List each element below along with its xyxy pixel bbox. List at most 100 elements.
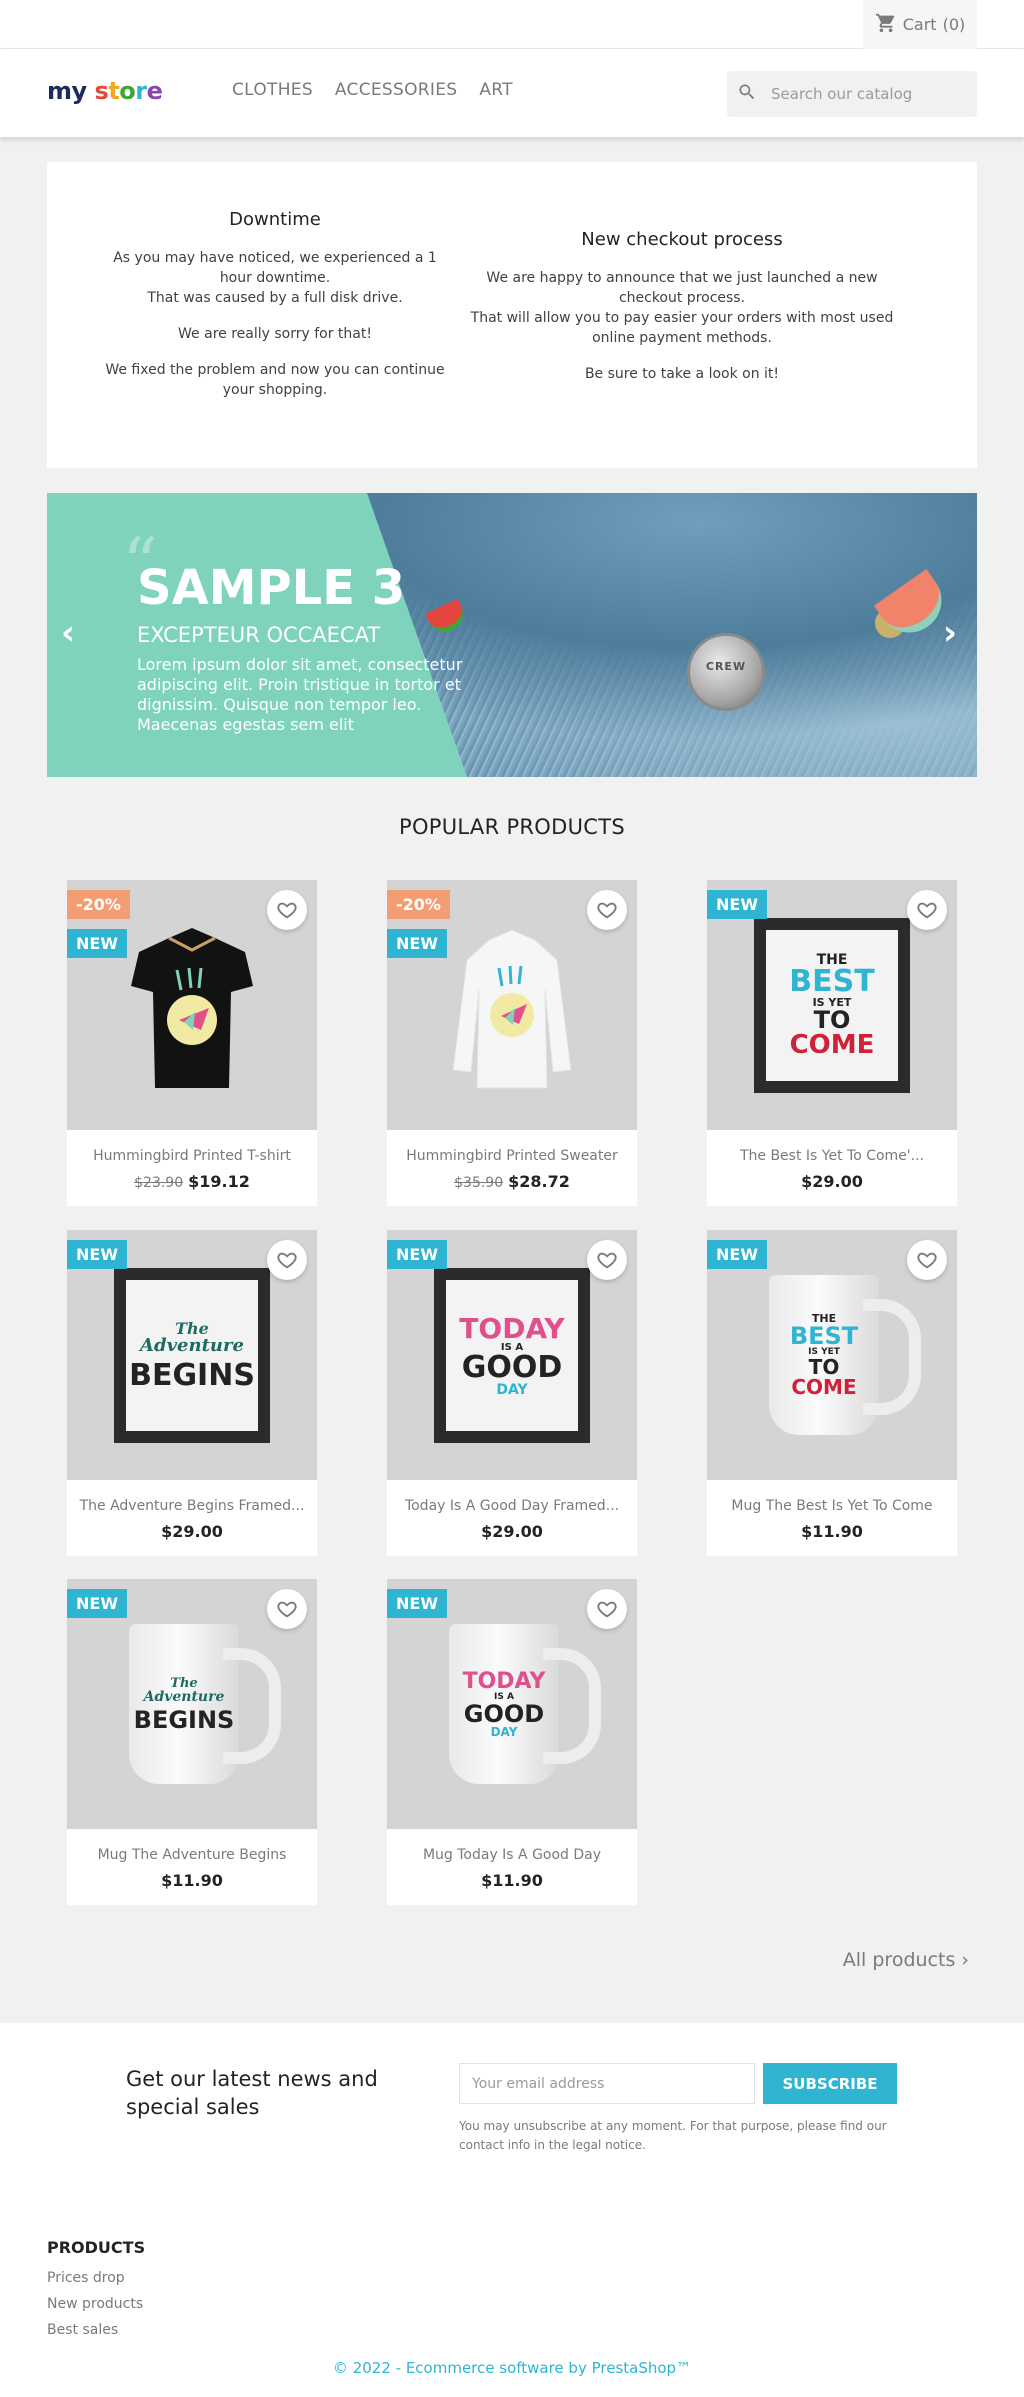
product-image[interactable]: The Adventure BEGINS NEW — [67, 1579, 317, 1829]
new-badge: NEW — [707, 1240, 767, 1269]
popular-products-title: POPULAR PRODUCTS — [399, 815, 625, 839]
slide-title: SAMPLE 3 — [137, 560, 406, 616]
product-price: $29.00 — [161, 1522, 223, 1541]
cart-button[interactable]: Cart (0) — [863, 0, 977, 49]
search-input[interactable] — [771, 85, 961, 103]
chevron-right-icon[interactable]: › — [943, 616, 963, 650]
new-badge: NEW — [67, 1240, 127, 1269]
store-logo[interactable]: my store — [47, 77, 163, 105]
product-image[interactable]: The Adventure BEGINS NEW — [67, 1230, 317, 1480]
product-image[interactable]: -20% NEW — [387, 880, 637, 1130]
downtime-apology: We are really sorry for that! — [178, 326, 372, 342]
email-field[interactable] — [459, 2063, 755, 2104]
product-card[interactable]: THE BEST IS YET TO COME NEW Mug The Best… — [707, 1230, 957, 1556]
product-card[interactable]: The Adventure BEGINS NEW Mug The Adventu… — [67, 1579, 317, 1905]
product-price: $11.90 — [161, 1871, 223, 1890]
black-tshirt-image — [131, 928, 253, 1088]
nav-clothes[interactable]: CLOTHES — [232, 80, 313, 100]
product-name[interactable]: Hummingbird Printed T-shirt — [67, 1148, 317, 1164]
main-nav: CLOTHES ACCESSORIES ART — [232, 80, 513, 100]
product-price: $29.00 — [481, 1522, 543, 1541]
subscribe-button[interactable]: SUBSCRIBE — [763, 2063, 897, 2104]
product-name[interactable]: Today Is A Good Day Framed... — [387, 1498, 637, 1514]
wishlist-button[interactable] — [587, 890, 627, 930]
product-price: $23.90 $19.12 — [134, 1172, 250, 1191]
product-name[interactable]: Mug The Best Is Yet To Come — [707, 1498, 957, 1514]
product-name[interactable]: The Best Is Yet To Come'... — [707, 1148, 957, 1164]
heart-icon — [597, 902, 617, 919]
heart-icon — [277, 1601, 297, 1618]
discount-badge: -20% — [387, 890, 450, 919]
product-card[interactable]: TODAY IS A GOOD DAY NEW Mug Today Is A G… — [387, 1579, 637, 1905]
newsletter-footer: Get our latest news and special sales SU… — [0, 2023, 1024, 2397]
heart-icon — [277, 902, 297, 919]
product-price: $11.90 — [801, 1522, 863, 1541]
cart-icon — [875, 12, 897, 38]
product-name[interactable]: The Adventure Begins Framed... — [67, 1498, 317, 1514]
mug-image: TODAY IS A GOOD DAY — [449, 1624, 601, 1784]
new-badge: NEW — [707, 890, 767, 919]
heart-icon — [917, 902, 937, 919]
all-products-link[interactable]: All products › — [843, 1949, 969, 1971]
footer-link-prices-drop[interactable]: Prices drop — [47, 2270, 125, 2286]
heart-icon — [597, 1252, 617, 1269]
product-card[interactable]: The Adventure BEGINS NEW The Adventure B… — [67, 1230, 317, 1556]
cart-count: (0) — [942, 15, 966, 34]
product-price: $29.00 — [801, 1172, 863, 1191]
new-badge: NEW — [387, 1589, 447, 1618]
downtime-fixed: We fixed the problem and now you can con… — [105, 362, 445, 398]
wishlist-button[interactable] — [267, 890, 307, 930]
search-box — [727, 71, 977, 117]
footer-link-best-sales[interactable]: Best sales — [47, 2322, 118, 2338]
new-badge: NEW — [67, 1589, 127, 1618]
product-image[interactable]: TODAY IS A GOOD DAY NEW — [387, 1579, 637, 1829]
slide-description: Lorem ipsum dolor sit amet, consectetur … — [137, 655, 463, 734]
framed-poster-image: The Adventure BEGINS — [114, 1268, 270, 1443]
product-name[interactable]: Hummingbird Printed Sweater — [387, 1148, 637, 1164]
wishlist-button[interactable] — [907, 1240, 947, 1280]
heart-icon — [597, 1601, 617, 1618]
downtime-text: As you may have noticed, we experienced … — [113, 250, 437, 306]
framed-poster-image: TODAY IS A GOOD DAY — [434, 1268, 590, 1443]
downtime-title: Downtime — [229, 209, 321, 230]
footer-products-heading: PRODUCTS — [47, 2238, 146, 2257]
product-price: $35.90 $28.72 — [454, 1172, 570, 1191]
footer-link-new-products[interactable]: New products — [47, 2296, 143, 2312]
newsletter-title: Get our latest news and special sales — [126, 2067, 378, 2119]
wishlist-button[interactable] — [587, 1240, 627, 1280]
wishlist-button[interactable] — [907, 890, 947, 930]
chevron-right-icon: › — [961, 1949, 969, 1971]
product-name[interactable]: Mug The Adventure Begins — [67, 1847, 317, 1863]
heart-icon — [917, 1252, 937, 1269]
product-image[interactable]: THE BEST IS YET TO COME NEW — [707, 880, 957, 1130]
discount-badge: -20% — [67, 890, 130, 919]
product-image[interactable]: TODAY IS A GOOD DAY NEW — [387, 1230, 637, 1480]
product-image[interactable]: THE BEST IS YET TO COME NEW — [707, 1230, 957, 1480]
hero-slider[interactable]: CREW “ SAMPLE 3 EXCEPTEUR OCCAECAT Lorem… — [47, 493, 977, 777]
checkout-text: We are happy to announce that we just la… — [470, 270, 894, 346]
new-badge: NEW — [67, 929, 127, 958]
slide-subtitle: EXCEPTEUR OCCAECAT — [137, 623, 381, 647]
product-image[interactable]: -20% NEW — [67, 880, 317, 1130]
downtime-column: Downtime As you may have noticed, we exp… — [97, 210, 453, 416]
newsletter-note: You may unsubscribe at any moment. For t… — [459, 2119, 887, 2152]
new-badge: NEW — [387, 1240, 447, 1269]
framed-poster-image: THE BEST IS YET TO COME — [754, 918, 910, 1093]
wishlist-button[interactable] — [267, 1589, 307, 1629]
product-card[interactable]: -20% NEW Hummingbird Printed T-shirt $23… — [67, 880, 317, 1206]
nav-accessories[interactable]: ACCESSORIES — [335, 80, 457, 100]
product-name[interactable]: Mug Today Is A Good Day — [387, 1847, 637, 1863]
wishlist-button[interactable] — [587, 1589, 627, 1629]
wishlist-button[interactable] — [267, 1240, 307, 1280]
nav-art[interactable]: ART — [479, 80, 513, 100]
search-icon[interactable] — [727, 82, 757, 106]
product-card[interactable]: TODAY IS A GOOD DAY NEW Today Is A Good … — [387, 1230, 637, 1556]
copyright[interactable]: © 2022 - Ecommerce software by PrestaSho… — [0, 2359, 1024, 2377]
chevron-left-icon[interactable]: ‹ — [61, 616, 81, 650]
checkout-title: New checkout process — [581, 229, 783, 250]
checkout-cta: Be sure to take a look on it! — [584, 366, 780, 382]
heart-icon — [277, 1252, 297, 1269]
product-card[interactable]: -20% NEW Hummingbird Printed Sweater $35… — [387, 880, 637, 1206]
checkout-column: New checkout process We are happy to ann… — [457, 230, 907, 400]
product-card[interactable]: THE BEST IS YET TO COME NEW The Best Is … — [707, 880, 957, 1206]
